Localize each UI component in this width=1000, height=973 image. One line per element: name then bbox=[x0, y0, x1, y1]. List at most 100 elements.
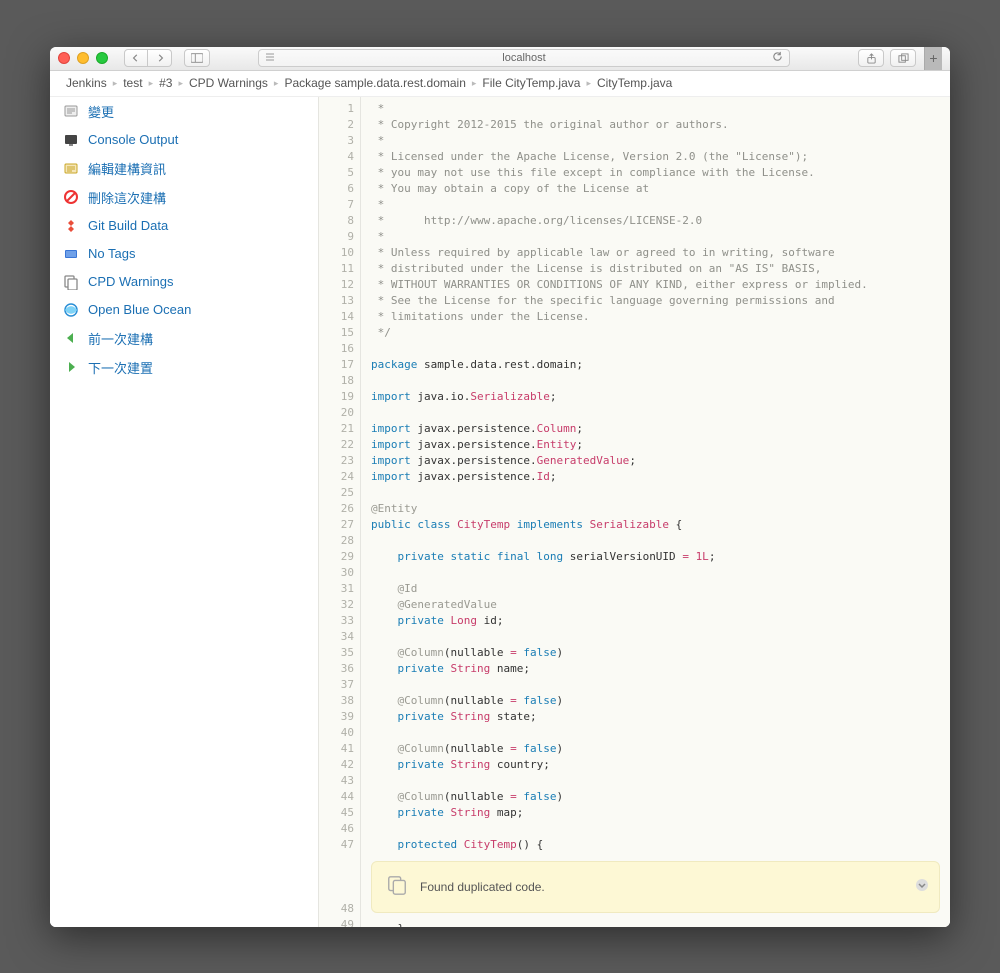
code-line: @GeneratedValue bbox=[371, 597, 950, 613]
line-number: 3 bbox=[319, 133, 354, 149]
code-line bbox=[371, 373, 950, 389]
sidebar-item-icon bbox=[62, 131, 80, 149]
sidebar-item[interactable]: 下一次建置 bbox=[50, 353, 318, 382]
line-gutter: 1234567891011121314151617181920212223242… bbox=[319, 97, 361, 927]
code-line bbox=[371, 341, 950, 357]
line-number: 34 bbox=[319, 629, 354, 645]
sidebar-item[interactable]: Git Build Data bbox=[50, 212, 318, 240]
code-line: * WITHOUT WARRANTIES OR CONDITIONS OF AN… bbox=[371, 277, 950, 293]
sidebar-toggle-button[interactable] bbox=[184, 49, 210, 67]
expand-icon[interactable] bbox=[915, 878, 929, 896]
sidebar-item[interactable]: 前一次建構 bbox=[50, 324, 318, 353]
line-number: 25 bbox=[319, 485, 354, 501]
code-line: * Unless required by applicable law or a… bbox=[371, 245, 950, 261]
line-number: 40 bbox=[319, 725, 354, 741]
line-number: 29 bbox=[319, 549, 354, 565]
code-line: * bbox=[371, 197, 950, 213]
line-number: 7 bbox=[319, 197, 354, 213]
sidebar-item-label: CPD Warnings bbox=[88, 274, 173, 289]
code-line: * bbox=[371, 101, 950, 117]
code-line: private static final long serialVersionU… bbox=[371, 549, 950, 565]
breadcrumb-item[interactable]: #3 bbox=[153, 76, 178, 90]
line-number: 20 bbox=[319, 405, 354, 421]
sidebar-item-icon bbox=[62, 245, 80, 263]
line-number: 24 bbox=[319, 469, 354, 485]
line-number: 46 bbox=[319, 821, 354, 837]
sidebar: 變更 Console Output 編輯建構資訊刪除這次建構 Git Build Da… bbox=[50, 97, 318, 927]
sidebar-item[interactable]: 編輯建構資訊 bbox=[50, 154, 318, 183]
breadcrumb-item[interactable]: CityTemp.java bbox=[591, 76, 678, 90]
code-view[interactable]: * * Copyright 2012-2015 the original aut… bbox=[361, 97, 950, 927]
back-button[interactable] bbox=[124, 49, 148, 67]
line-number: 6 bbox=[319, 181, 354, 197]
sidebar-item-icon bbox=[62, 159, 80, 177]
nav-buttons bbox=[124, 49, 172, 67]
url-bar[interactable]: localhost bbox=[258, 49, 790, 67]
code-line bbox=[371, 533, 950, 549]
line-number: 22 bbox=[319, 437, 354, 453]
forward-button[interactable] bbox=[148, 49, 172, 67]
code-line: import javax.persistence.Column; bbox=[371, 421, 950, 437]
code-line: * Copyright 2012-2015 the original autho… bbox=[371, 117, 950, 133]
line-number: 13 bbox=[319, 293, 354, 309]
code-line: public class CityTemp implements Seriali… bbox=[371, 517, 950, 533]
sidebar-item-icon bbox=[62, 188, 80, 206]
line-number: 5 bbox=[319, 165, 354, 181]
sidebar-item[interactable]: Console Output bbox=[50, 126, 318, 154]
code-line bbox=[371, 405, 950, 421]
breadcrumb-item[interactable]: File CityTemp.java bbox=[476, 76, 586, 90]
line-number: 19 bbox=[319, 389, 354, 405]
code-line: import java.io.Serializable; bbox=[371, 389, 950, 405]
line-number: 45 bbox=[319, 805, 354, 821]
sidebar-item-label: Console Output bbox=[88, 132, 178, 147]
sidebar-item-icon bbox=[62, 273, 80, 291]
line-number: 1 bbox=[319, 101, 354, 117]
sidebar-item[interactable]: Open Blue Ocean bbox=[50, 296, 318, 324]
breadcrumb-item[interactable]: CPD Warnings bbox=[183, 76, 274, 90]
line-number: 27 bbox=[319, 517, 354, 533]
close-window-button[interactable] bbox=[58, 52, 70, 64]
sidebar-item[interactable]: CPD Warnings bbox=[50, 268, 318, 296]
line-number: 38 bbox=[319, 693, 354, 709]
breadcrumb-item[interactable]: Jenkins bbox=[60, 76, 113, 90]
share-button[interactable] bbox=[858, 49, 884, 67]
sidebar-item-label: Git Build Data bbox=[88, 218, 168, 233]
tabs-button[interactable] bbox=[890, 49, 916, 67]
line-number: 26 bbox=[319, 501, 354, 517]
reload-icon[interactable] bbox=[772, 51, 783, 65]
sidebar-item[interactable]: 刪除這次建構 bbox=[50, 183, 318, 212]
code-line: */ bbox=[371, 325, 950, 341]
new-tab-button[interactable]: + bbox=[924, 47, 942, 71]
line-number: 21 bbox=[319, 421, 354, 437]
line-number: 14 bbox=[319, 309, 354, 325]
sidebar-item-icon bbox=[62, 358, 80, 376]
code-line bbox=[371, 821, 950, 837]
breadcrumbs: Jenkins▸test▸#3▸CPD Warnings▸Package sam… bbox=[50, 71, 950, 97]
code-line: @Column(nullable = false) bbox=[371, 789, 950, 805]
code-area: 1234567891011121314151617181920212223242… bbox=[318, 97, 950, 927]
code-line: import javax.persistence.GeneratedValue; bbox=[371, 453, 950, 469]
code-line: private String map; bbox=[371, 805, 950, 821]
sidebar-item[interactable]: No Tags bbox=[50, 240, 318, 268]
breadcrumb-item[interactable]: test bbox=[117, 76, 148, 90]
code-line: @Entity bbox=[371, 501, 950, 517]
code-line bbox=[371, 725, 950, 741]
warning-text: Found duplicated code. bbox=[420, 879, 545, 895]
sidebar-item-label: 下一次建置 bbox=[88, 358, 153, 377]
code-line bbox=[371, 773, 950, 789]
titlebar: localhost + bbox=[50, 47, 950, 71]
duplicate-code-warning[interactable]: Found duplicated code. bbox=[371, 861, 940, 913]
code-line: @Column(nullable = false) bbox=[371, 693, 950, 709]
breadcrumb-item[interactable]: Package sample.data.rest.domain bbox=[278, 76, 471, 90]
code-line: * You may obtain a copy of the License a… bbox=[371, 181, 950, 197]
browser-window: localhost + Jenkins▸test▸#3▸CPD Warnings… bbox=[50, 47, 950, 927]
line-number: 39 bbox=[319, 709, 354, 725]
maximize-window-button[interactable] bbox=[96, 52, 108, 64]
line-number: 10 bbox=[319, 245, 354, 261]
sidebar-item[interactable]: 變更 bbox=[50, 97, 318, 126]
line-number: 4 bbox=[319, 149, 354, 165]
line-number: 9 bbox=[319, 229, 354, 245]
code-line: @Column(nullable = false) bbox=[371, 645, 950, 661]
minimize-window-button[interactable] bbox=[77, 52, 89, 64]
code-line bbox=[371, 565, 950, 581]
